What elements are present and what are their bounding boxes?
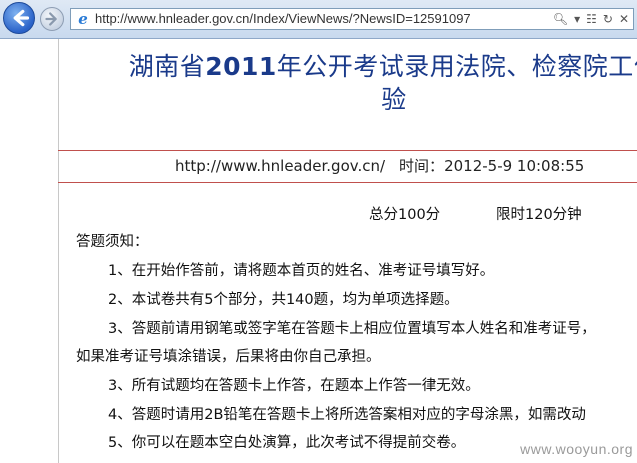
- stop-icon[interactable]: ✕: [619, 10, 629, 28]
- notice-item: 3、所有试题均在答题卡上作答，在题本上作答一律无效。: [108, 378, 480, 394]
- time-label: 时间：: [399, 157, 445, 175]
- article-title: 湖南省2011年公开考试录用法院、检察院工作验: [128, 52, 637, 114]
- browser-toolbar: e http://www.hnleader.gov.cn/Index/ViewN…: [0, 0, 637, 39]
- refresh-icon[interactable]: ↻: [603, 10, 613, 28]
- back-arrow-icon: [13, 9, 30, 27]
- source-link[interactable]: http://www.hnleader.gov.cn/: [175, 157, 385, 175]
- time-limit: 限时120分钟: [496, 207, 582, 223]
- article-meta: http://www.hnleader.gov.cn/时间：2012-5-9 1…: [175, 155, 584, 177]
- time-value: 2012-5-9 10:08:55: [444, 157, 585, 175]
- url-text[interactable]: http://www.hnleader.gov.cn/Index/ViewNew…: [95, 10, 471, 28]
- address-bar[interactable]: e http://www.hnleader.gov.cn/Index/ViewN…: [70, 8, 634, 30]
- watermark: www.wooyun.org: [520, 441, 633, 457]
- forward-button[interactable]: [40, 7, 64, 31]
- meta-bottom-rule: [58, 182, 637, 183]
- forward-arrow-icon: [45, 12, 57, 26]
- left-divider: [58, 39, 59, 463]
- total-score: 总分100分: [369, 207, 441, 223]
- back-button[interactable]: [3, 2, 35, 34]
- notice-item: 4、答题时请用2B铅笔在答题卡上将所选答案相对应的字母涂黑，如需改动: [108, 407, 586, 423]
- notice-item-continued: 如果准考证号填涂错误，后果将由你自己承担。: [76, 349, 381, 365]
- notice-item: 3、答题前请用钢笔或签字笔在答题卡上相应位置填写本人姓名和准考证号，: [108, 321, 596, 337]
- meta-top-rule: [58, 150, 637, 151]
- compatibility-icon[interactable]: ☷: [586, 10, 597, 28]
- notice-item: 5、你可以在题本空白处演算，此次考试不得提前交卷。: [108, 435, 466, 451]
- ie-page-icon: e: [78, 10, 88, 28]
- notice-item: 2、本试卷共有5个部分，共140题，均为单项选择题。: [108, 292, 459, 308]
- dropdown-icon[interactable]: ▾: [574, 10, 580, 28]
- page-content: 湖南省2011年公开考试录用法院、检察院工作验 http://www.hnlea…: [0, 39, 637, 463]
- notice-item: 1、在开始作答前，请将题本首页的姓名、准考证号填写好。: [108, 263, 495, 279]
- search-icon[interactable]: 🔍︎: [553, 10, 568, 28]
- notice-heading: 答题须知：: [76, 234, 149, 250]
